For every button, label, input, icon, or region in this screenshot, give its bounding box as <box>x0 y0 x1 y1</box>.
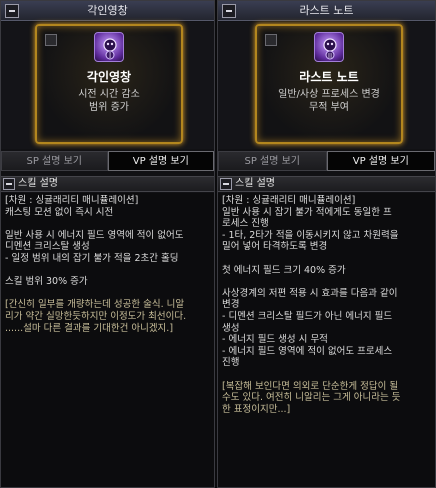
description-line: 스킬 범위 30% 증가 <box>5 276 88 288</box>
description-line: [차원 : 싱귤래리티 매니퓰레이션] <box>5 195 139 206</box>
description-line: - 일정 범위 내의 잡기 불가 적을 2초간 홀딩 <box>5 252 179 264</box>
section-label: 스킬 설명 <box>235 178 275 189</box>
tab-bar: SP 설명 보기 VP 설명 보기 <box>1 151 214 171</box>
description-line <box>5 265 210 277</box>
description-line: 생성 <box>222 322 240 334</box>
description-line: 일반 사용 시 에너지 필드 영역에 적이 없어도 <box>5 229 184 241</box>
description-line: 수도 있다. 여전히 니알리는 그게 아니라는 듯 <box>222 392 401 404</box>
description-line: 변경 <box>222 299 240 311</box>
tab-bar: SP 설명 보기 VP 설명 보기 <box>218 151 435 171</box>
description-line: - 1타, 2타가 적을 이동시키지 않고 차원력을 <box>222 229 399 241</box>
select-checkbox[interactable] <box>265 34 277 46</box>
description-line: - 에너지 필드 영역에 적이 없어도 프로세스 <box>222 345 393 357</box>
description-line: ......설마 다른 결과를 기대한건 아니겠지.] <box>5 322 174 334</box>
tab-sp-description[interactable]: SP 설명 보기 <box>218 151 327 171</box>
description-line: 사상경계의 저편 적용 시 효과를 다음과 같이 <box>222 287 398 299</box>
tab-vp-description[interactable]: VP 설명 보기 <box>107 151 214 171</box>
description-line: 로세스 진행 <box>222 218 269 230</box>
tab-sp-description[interactable]: SP 설명 보기 <box>1 151 108 171</box>
collapse-button[interactable] <box>220 178 232 190</box>
skill-name: 각인영창 <box>86 70 132 84</box>
skill-name: 라스트 노트 <box>299 70 359 84</box>
skill-description-text: [차원 : 싱귤래리티 매니퓰레이션] 캐스팅 모션 없이 즉시 시전 일반 사용… <box>1 193 214 487</box>
description-line: 진행 <box>222 357 240 369</box>
skill-panel-left: 각인영창 I 각인영창 시전 시간 감소 범위 증가 SP 설명 보기 VP 설… <box>0 0 215 488</box>
description-line: 첫 에너지 필드 크기 40% 증가 <box>222 264 346 276</box>
skill-card: I 각인영창 시전 시간 감소 범위 증가 <box>35 24 183 144</box>
section-label: 스킬 설명 <box>18 178 58 189</box>
description-line: 한 표정이지만...] <box>222 403 291 415</box>
description-line: 밀어 넣어 타격하도록 변경 <box>222 241 328 253</box>
skill-description-header: 스킬 설명 <box>218 176 435 192</box>
skill-card: II 라스트 노트 일반/사상 프로세스 변경 무적 부여 <box>255 24 403 144</box>
description-line: [간신히 일부를 개량하는데 성공한 술식. 니알 <box>5 299 185 311</box>
tab-vp-description[interactable]: VP 설명 보기 <box>326 151 435 171</box>
description-line: - 디멘션 크리스탈 필드가 아닌 에너지 필드 <box>222 310 393 322</box>
panel-title: 라스트 노트 <box>299 4 354 17</box>
skill-summary-2: 범위 증가 <box>89 102 129 113</box>
minimize-button[interactable] <box>5 4 19 18</box>
description-line <box>222 253 431 265</box>
description-line: [복잡해 보인다면 의외로 단순한게 정답이 될 <box>222 380 399 392</box>
description-line <box>5 218 210 230</box>
description-line: [차원 : 싱귤래리티 매니퓰레이션] <box>222 195 356 206</box>
description-line <box>5 288 210 300</box>
card-area: I 각인영창 시전 시간 감소 범위 증가 <box>1 22 214 149</box>
title-bar: 라스트 노트 <box>218 1 435 21</box>
description-line: - 에너지 필드 생성 시 무적 <box>222 334 328 346</box>
skill-panel-right: 라스트 노트 II 라스트 노트 일반/사상 프로세스 변경 무적 부여 SP … <box>217 0 436 488</box>
panel-title: 각인영창 <box>87 4 128 17</box>
skill-summary-2: 무적 부여 <box>309 102 349 113</box>
description-line: 디멘션 크리스탈 생성 <box>5 241 90 253</box>
title-bar: 각인영창 <box>1 1 214 21</box>
description-line <box>222 276 431 288</box>
description-line <box>222 369 431 381</box>
description-line: 일반 사용 시 잡기 불가 적에게도 동일한 프 <box>222 206 392 218</box>
description-line: 리가 약간 실망한듯하지만 이정도가 최선이다. <box>5 310 187 322</box>
skill-rank-label: II <box>328 54 332 60</box>
select-checkbox[interactable] <box>45 34 57 46</box>
skill-icon: I <box>94 32 124 62</box>
skill-description-text: [차원 : 싱귤래리티 매니퓰레이션] 일반 사용 시 잡기 불가 적에게도 동일… <box>218 193 435 487</box>
description-line: 캐스팅 모션 없이 즉시 시전 <box>5 206 114 218</box>
skill-description-header: 스킬 설명 <box>1 176 214 192</box>
skill-icon: II <box>314 32 344 62</box>
card-area: II 라스트 노트 일반/사상 프로세스 변경 무적 부여 <box>218 22 435 149</box>
collapse-button[interactable] <box>3 178 15 190</box>
minimize-button[interactable] <box>222 4 236 18</box>
